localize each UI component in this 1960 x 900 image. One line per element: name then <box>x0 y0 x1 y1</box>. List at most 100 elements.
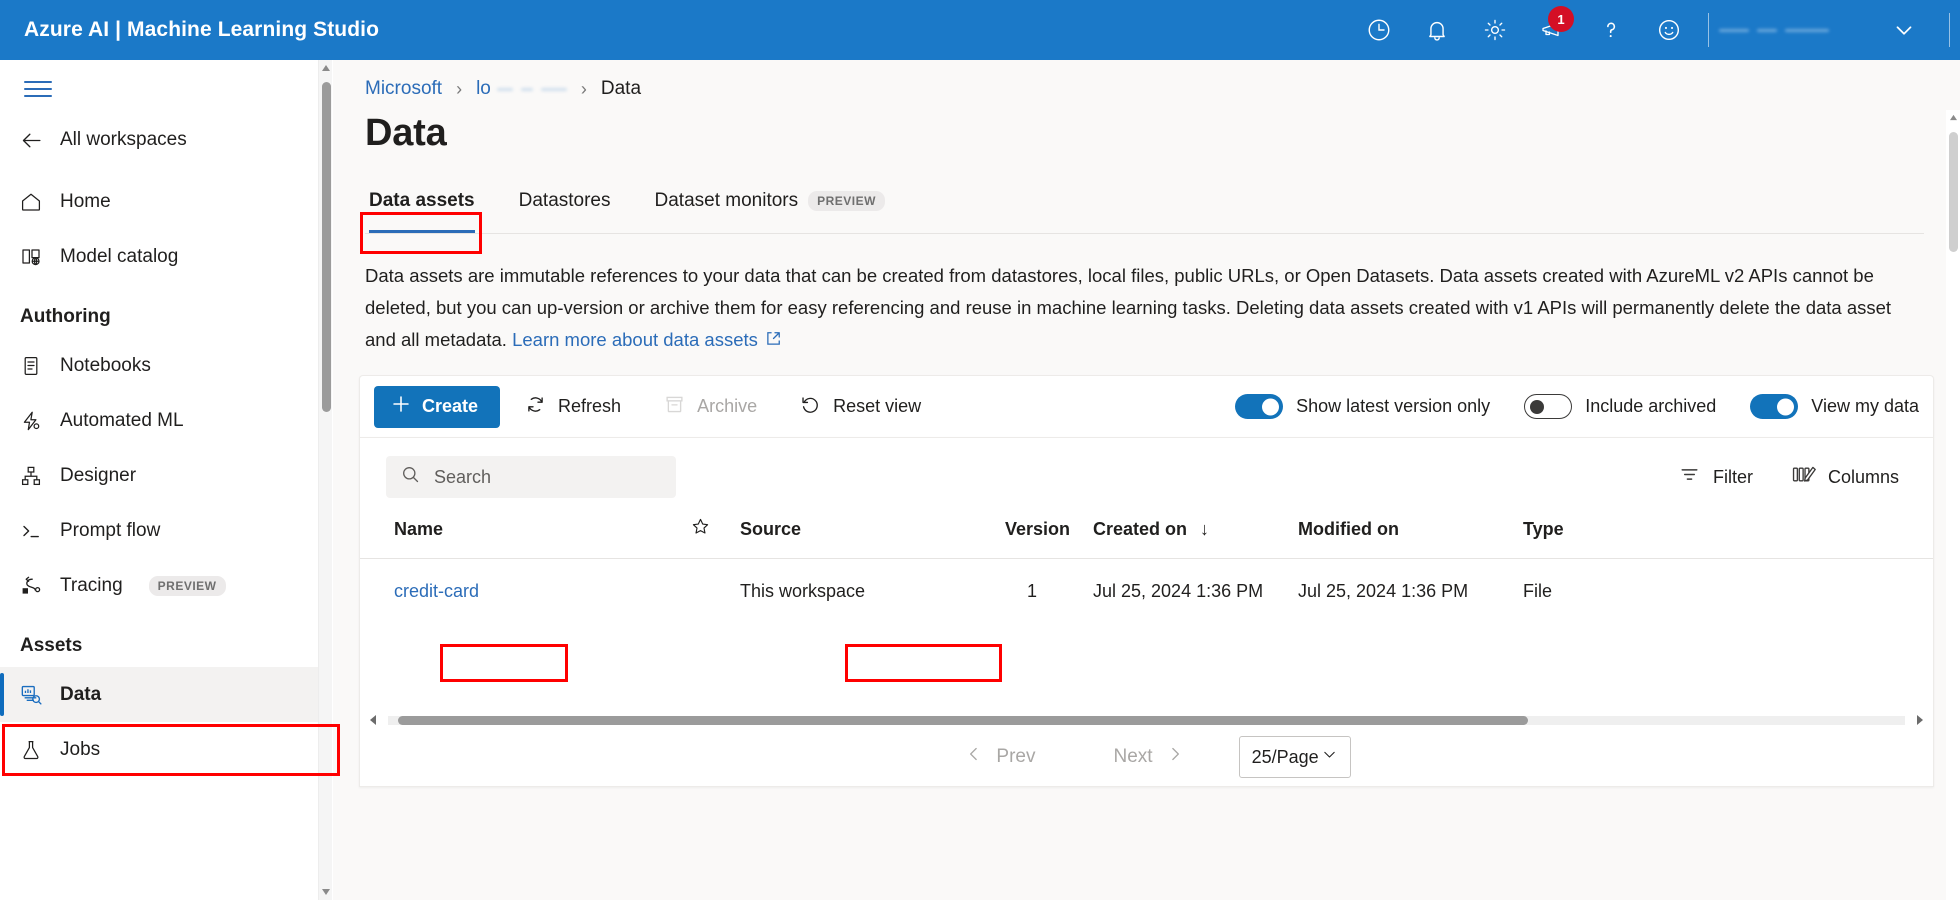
cell-name: credit-card <box>360 559 690 625</box>
column-header-created-on-label: Created on <box>1093 519 1187 539</box>
search-input[interactable] <box>434 467 649 488</box>
sidebar-scrollbar[interactable] <box>318 60 332 900</box>
archive-button-label: Archive <box>697 396 757 417</box>
breadcrumb-item-current: Data <box>601 78 641 100</box>
sidebar-item-label: Model catalog <box>60 246 178 268</box>
column-header-modified-on[interactable]: Modified on <box>1298 516 1523 559</box>
sidebar-item-label: Home <box>60 191 111 213</box>
toggle-switch[interactable] <box>1235 394 1283 419</box>
sidebar-item-automated-ml[interactable]: Automated ML <box>0 393 318 448</box>
breadcrumb-item-microsoft[interactable]: Microsoft <box>365 78 442 100</box>
feedback-megaphone-icon[interactable]: 1 <box>1524 0 1582 60</box>
toggle-switch[interactable] <box>1750 394 1798 419</box>
sidebar-item-jobs[interactable]: Jobs <box>0 722 318 777</box>
page-size-select[interactable]: 25/Page <box>1239 736 1351 778</box>
cell-version: 1 <box>1005 559 1093 625</box>
refresh-icon <box>524 393 547 421</box>
filter-button[interactable]: Filter <box>1678 463 1753 491</box>
account-name-blurred <box>1719 20 1869 40</box>
toggle-label: View my data <box>1811 396 1919 417</box>
sidebar-item-label: All workspaces <box>60 129 187 151</box>
sidebar-item-notebooks[interactable]: Notebooks <box>0 338 318 393</box>
tab-data-assets[interactable]: Data assets <box>365 181 497 233</box>
column-header-source[interactable]: Source <box>740 516 1005 559</box>
help-question-icon[interactable] <box>1582 0 1640 60</box>
chevron-down-icon <box>1321 746 1338 768</box>
sidebar-item-tracing[interactable]: Tracing PREVIEW <box>0 558 318 613</box>
header-actions: 1 <box>1350 0 1960 60</box>
prev-page-button[interactable]: Prev <box>942 744 1057 770</box>
table-horizontal-scrollbar[interactable] <box>360 712 1933 728</box>
table-tool-buttons: Filter Columns <box>1678 463 1899 491</box>
refresh-button[interactable]: Refresh <box>506 386 639 428</box>
sidebar-item-model-catalog[interactable]: Model catalog <box>0 229 318 284</box>
toggle-show-latest-version-only[interactable]: Show latest version only <box>1235 394 1490 419</box>
sidebar-item-all-workspaces[interactable]: All workspaces <box>0 114 318 166</box>
create-button[interactable]: Create <box>374 386 500 428</box>
data-icon <box>18 682 44 707</box>
toggle-view-my-data[interactable]: View my data <box>1750 394 1919 419</box>
sidebar-item-prompt-flow[interactable]: Prompt flow <box>0 503 318 558</box>
breadcrumb-item-workspace[interactable]: lo <box>476 78 491 100</box>
star-icon <box>690 521 711 541</box>
notifications-bell-icon[interactable] <box>1408 0 1466 60</box>
column-header-version[interactable]: Version <box>1005 516 1093 559</box>
scrollbar-track[interactable] <box>388 716 1905 725</box>
page-scrollbar-thumb[interactable] <box>1949 132 1958 252</box>
scroll-left-arrow-icon[interactable] <box>368 714 378 726</box>
table-header-row: Name Source Version Created on ↓ <box>360 516 1933 559</box>
home-icon <box>18 190 44 214</box>
column-header-favorite[interactable] <box>690 516 740 559</box>
scrollbar-thumb[interactable] <box>398 716 1528 725</box>
sidebar-item-home[interactable]: Home <box>0 174 318 229</box>
account-chevron-down-icon[interactable] <box>1869 0 1939 60</box>
scroll-up-arrow-icon[interactable] <box>319 60 333 76</box>
cell-favorite[interactable] <box>690 559 740 625</box>
toggle-knob <box>1262 398 1279 415</box>
sidebar-scrollbar-thumb[interactable] <box>322 82 331 412</box>
sidebar-item-label: Notebooks <box>60 355 151 377</box>
tab-dataset-monitors[interactable]: Dataset monitors PREVIEW <box>633 181 907 233</box>
tab-datastores[interactable]: Datastores <box>497 181 633 233</box>
cell-type: File <box>1523 559 1933 625</box>
next-page-label: Next <box>1114 746 1153 768</box>
reset-view-button[interactable]: Reset view <box>781 386 939 428</box>
header-divider <box>1708 13 1709 47</box>
learn-more-link[interactable]: Learn more about data assets <box>512 329 758 350</box>
notebook-icon <box>18 354 44 378</box>
page-scrollbar[interactable] <box>1946 110 1960 900</box>
columns-button[interactable]: Columns <box>1791 463 1899 491</box>
column-header-type[interactable]: Type <box>1523 516 1933 559</box>
breadcrumb-separator-icon-2: › <box>581 79 587 100</box>
scroll-down-arrow-icon[interactable] <box>319 884 333 900</box>
page-title: Data <box>333 104 1960 155</box>
search-input-wrapper[interactable] <box>386 456 676 498</box>
sidebar-item-data[interactable]: Data <box>0 667 318 722</box>
menu-icon[interactable] <box>24 78 52 100</box>
reset-view-icon <box>799 393 822 421</box>
data-assets-panel: Filter Columns <box>359 437 1934 787</box>
sidebar-item-designer[interactable]: Designer <box>0 448 318 503</box>
column-header-created-on[interactable]: Created on ↓ <box>1093 516 1298 559</box>
next-page-button[interactable]: Next <box>1092 744 1207 770</box>
smiley-feedback-icon[interactable] <box>1640 0 1698 60</box>
toggle-include-archived[interactable]: Include archived <box>1524 394 1716 419</box>
toggle-switch[interactable] <box>1524 394 1572 419</box>
column-header-name[interactable]: Name <box>360 516 690 559</box>
cell-name-credit-card[interactable]: credit-card <box>394 581 479 601</box>
toggle-label: Show latest version only <box>1296 396 1490 417</box>
preview-badge: PREVIEW <box>808 191 885 211</box>
toggle-knob <box>1530 400 1544 414</box>
app-title: Azure AI | Machine Learning Studio <box>24 18 379 42</box>
scroll-right-arrow-icon[interactable] <box>1915 714 1925 726</box>
breadcrumb-separator-icon: › <box>456 79 462 100</box>
archive-button: Archive <box>645 386 775 428</box>
settings-gear-icon[interactable] <box>1466 0 1524 60</box>
history-icon[interactable] <box>1350 0 1408 60</box>
table-row[interactable]: credit-card This workspace 1 Jul 25, 202… <box>360 559 1933 625</box>
sidebar-item-label: Automated ML <box>60 410 184 432</box>
cell-created-on: Jul 25, 2024 1:36 PM <box>1093 559 1298 625</box>
scroll-up-arrow-icon[interactable] <box>1946 110 1960 124</box>
tab-label: Dataset monitors <box>655 190 799 212</box>
chevron-right-icon <box>1165 744 1185 770</box>
